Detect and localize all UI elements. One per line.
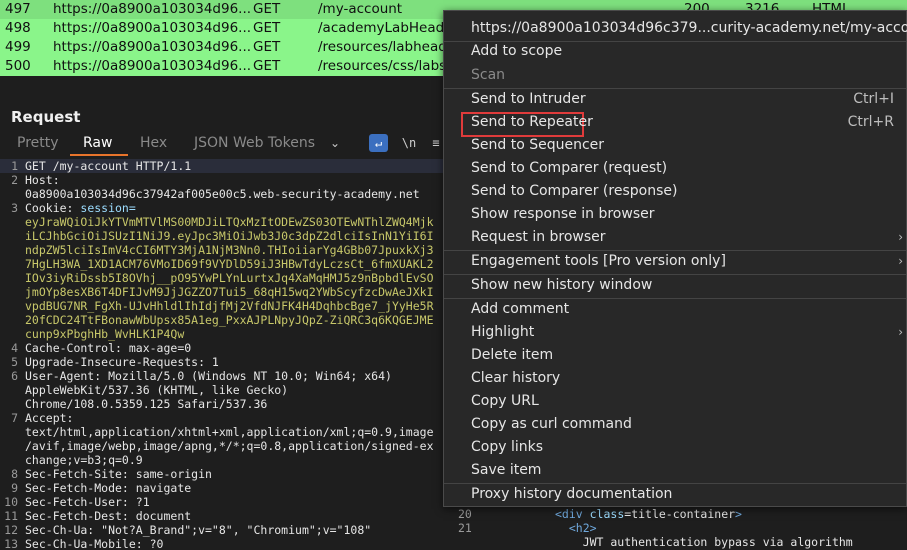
code-line: 4 Cache-Control: max-age=0 [11,341,192,355]
code-line: 21 <h2> [458,521,597,535]
request-panel-title: Request [11,108,81,126]
active-tab-indicator [70,154,128,156]
code-line: /avif,image/webp,image/apng,*/*;q=0.8,ap… [25,439,434,453]
row-method: GET [253,39,281,55]
menu-item-delete-item[interactable]: Delete item [471,347,553,363]
code-line: 7 Accept: [11,411,74,425]
chevron-right-icon: › [898,230,903,244]
menu-item-add-comment[interactable]: Add comment [471,301,569,317]
tab-json-web-tokens[interactable]: JSON Web Tokens [194,135,315,151]
menu-item-send-to-comparer-response[interactable]: Send to Comparer (response) [471,183,677,199]
menu-header-url: https://0a8900a103034d96c379...curity-ac… [471,20,907,36]
code-line: AppleWebKit/537.36 (KHTML, like Gecko) [25,383,289,397]
cookie-name: session= [80,201,136,215]
tab-pretty[interactable]: Pretty [17,135,59,151]
row-url: /my-account [318,1,403,17]
menu-item-send-to-repeater[interactable]: Send to Repeater [471,114,593,130]
menu-item-engagement-tools[interactable]: Engagement tools [Pro version only] [471,253,726,269]
menu-item-send-to-comparer-request[interactable]: Send to Comparer (request) [471,160,667,176]
row-host: https://0a8900a103034d96... [53,1,252,17]
wrap-lines-icon[interactable]: ↵ [369,134,388,152]
tab-hex[interactable]: Hex [140,135,167,151]
code-line: text/html,application/xhtml+xml,applicat… [25,425,434,439]
cookie-value-line: 20fCDC24TtFBonawWbUpsx85A1eg_PxxAJPLNpyJ… [25,313,434,327]
cookie-value-line: cunp9xPbghHb_WvHLK1P4Qw [25,327,185,341]
menu-item-add-to-scope[interactable]: Add to scope [471,43,562,59]
chevron-right-icon: › [898,254,903,268]
cookie-value-line: 7HgLH3WA_1XD1ACM76VMoID69f9VYDlD59iJ3HBw… [25,257,434,271]
row-url: /academyLabHeader [318,20,459,36]
row-number: 497 [5,1,31,17]
menu-item-request-in-browser[interactable]: Request in browser [471,229,606,245]
code-line: 1 GET /my-account HTTP/1.1 [0,159,445,173]
chevron-right-icon: › [898,325,903,339]
tab-raw[interactable]: Raw [83,135,112,151]
menu-separator [444,250,906,251]
menu-item-proxy-history-documentation[interactable]: Proxy history documentation [471,486,672,502]
row-host: https://0a8900a103034d96... [53,20,252,36]
menu-item-send-to-sequencer[interactable]: Send to Sequencer [471,137,604,153]
menu-item-show-response-in-browser[interactable]: Show response in browser [471,206,655,222]
cookie-value-line: vpdBUG7NR_FgXh-UJvHhldlIhIdjfMj2VfdNJFK4… [25,299,434,313]
response-editor[interactable]: 20 <div class=title-container> 21 <h2> J… [445,507,907,550]
row-method: GET [253,58,281,74]
menu-item-send-to-intruder[interactable]: Send to Intruder [471,91,586,107]
code-line: 6 User-Agent: Mozilla/5.0 (Windows NT 10.… [11,369,392,383]
menu-item-copy-url[interactable]: Copy URL [471,393,539,409]
code-line: JWT authentication bypass via algorithm [555,535,853,549]
code-line: 12 Sec-Ch-Ua: "Not?A_Brand";v="8", "Chrom… [4,523,372,537]
menu-item-highlight[interactable]: Highlight [471,324,534,340]
code-line: 11 Sec-Fetch-Dest: document [4,509,192,523]
menu-separator [444,298,906,299]
cookie-value-line: ndpZW5lciIsImV4cCI6MTY3MjA1NjM3Nn0.THIoi… [25,243,434,257]
code-line: 2 Host: [11,173,60,187]
row-number: 500 [5,58,31,74]
context-menu: https://0a8900a103034d96c379...curity-ac… [443,10,907,507]
row-number: 498 [5,20,31,36]
menu-separator [444,41,906,42]
code-line: Chrome/108.0.5359.125 Safari/537.36 [25,397,268,411]
code-line: 10 Sec-Fetch-User: ?1 [4,495,150,509]
code-line: 8 Sec-Fetch-Site: same-origin [11,467,212,481]
shortcut-label: Ctrl+I [853,91,894,107]
code-line: change;v=b3;q=0.9 [25,453,143,467]
show-newlines-icon[interactable]: \n [401,134,417,152]
menu-icon[interactable]: ≡ [429,134,443,152]
cookie-value-line: iLCJhbGciOiJSUzI1NiJ9.eyJpc3MiOiJwb3J0c3… [25,229,434,243]
row-url: /resources/css/labs. [318,58,451,74]
row-number: 499 [5,39,31,55]
menu-item-show-new-history-window[interactable]: Show new history window [471,277,652,293]
code-line: 5 Upgrade-Insecure-Requests: 1 [11,355,219,369]
code-line: 9 Sec-Fetch-Mode: navigate [11,481,192,495]
code-line: 20 <div class=title-container> [458,507,742,521]
menu-separator [444,274,906,275]
menu-separator [444,483,906,484]
row-host: https://0a8900a103034d96... [53,58,252,74]
code-line: 0a8900a103034d96c37942af005e00c5.web-sec… [25,187,420,201]
menu-item-copy-as-curl[interactable]: Copy as curl command [471,416,632,432]
cookie-line: 3 Cookie: session= [11,201,136,215]
row-method: GET [253,1,281,17]
menu-item-save-item[interactable]: Save item [471,462,541,478]
menu-item-clear-history[interactable]: Clear history [471,370,560,386]
chevron-down-icon[interactable]: ⌄ [330,136,340,150]
code-line: 13 Sec-Ch-Ua-Mobile: ?0 [4,537,164,550]
request-editor[interactable]: 1 GET /my-account HTTP/1.1 2 Host: 0a8900a… [0,159,445,550]
menu-item-copy-links[interactable]: Copy links [471,439,543,455]
row-url: /resources/labheade [318,39,456,55]
cookie-value-line: jmOYp8esXB6T4DFIJvM9JjJGZZO7Tui5_68qH15w… [25,285,434,299]
cookie-value-line: IOv3iyRiDssb5I8OVhj__pO95YwPLYnLurtxJq4X… [25,271,434,285]
menu-item-scan: Scan [471,67,506,83]
menu-separator [444,88,906,89]
request-view-tabs: Pretty Raw Hex JSON Web Tokens ⌄ ↵ \n ≡ [0,132,445,156]
row-host: https://0a8900a103034d96... [53,39,252,55]
cookie-value-line: eyJraWQiOiJkYTVmMTVlMS00MDJiLTQxMzItODEw… [25,215,434,229]
shortcut-label: Ctrl+R [847,114,894,130]
row-method: GET [253,20,281,36]
